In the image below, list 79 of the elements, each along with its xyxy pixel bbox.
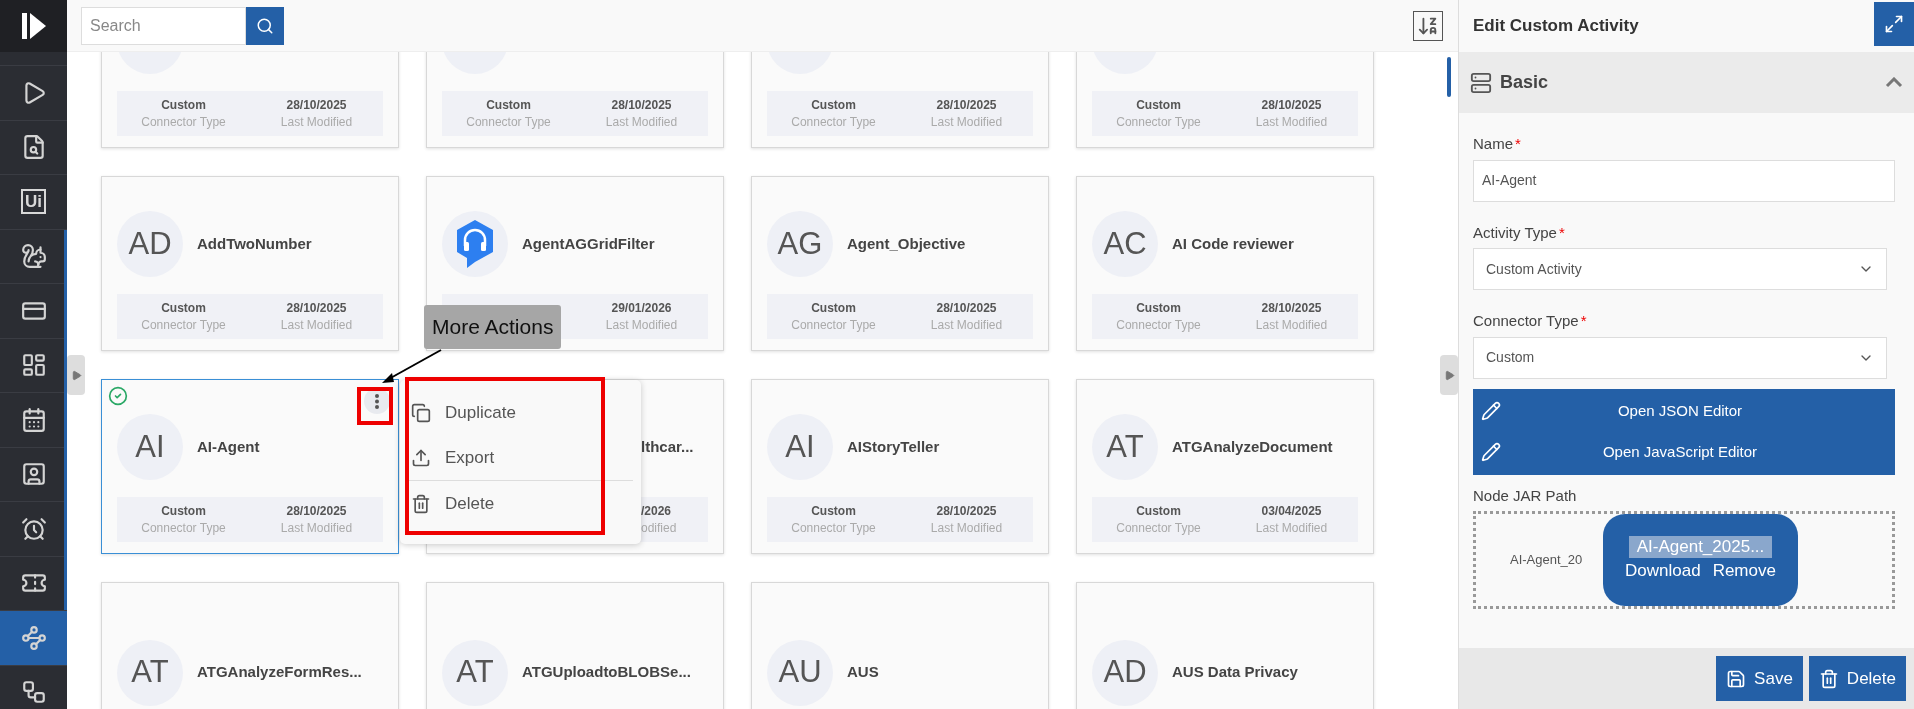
activity-name: AgentAGGridFilter [522,233,655,254]
modified-date: 28/10/2025 [611,96,672,114]
activity-name: Agent_Objective [847,233,966,254]
activity-name: ATGAnalyzeDocument [1172,436,1333,457]
connector-type-value: Custom [1136,96,1181,114]
connector-type-label: Connector Type [1116,113,1201,131]
connector-type-label: Connector Type [791,316,876,334]
modified-label: Last Modified [930,113,1003,131]
avatar-initials: AT [1106,427,1144,466]
modified-label: Last Modified [1255,113,1328,131]
activity-name: AddTwoNumber [197,233,312,254]
modified-date: 28/10/2025 [1261,96,1322,114]
connector-type-label: Connector Type [141,113,226,131]
modified-date: 28/10/2025 [1261,299,1322,317]
modified-date: 28/10/2025 [936,502,997,520]
required-mark: * [1580,311,1587,331]
connector-type-label: Connector Type [791,113,876,131]
modified-label: Last Modified [280,519,353,537]
avatar-initials: AT [131,653,169,692]
connector-type-label: Connector Type [1116,519,1201,537]
section-title: Basic [1500,71,1549,94]
avatar-initials: AD [128,224,172,263]
modified-date: /2026 [641,502,672,520]
connector-type-value: Custom [811,502,856,520]
activity-name: AI-Agent [197,436,260,457]
modified-label: Last Modified [930,316,1003,334]
connector-type-value: Custom [161,96,206,114]
avatar-initials: AU [778,653,822,692]
activity-name: AUS [847,662,879,683]
required-mark: * [1515,134,1521,154]
connector-type-label: Connector Type [466,113,551,131]
modified-label: Last Modified [280,113,353,131]
modified-label: Last Modified [605,113,678,131]
connector-type-label: Connector Type [141,316,226,334]
activity-name: AUS Data Privacy [1172,662,1298,683]
connector-type-value: Custom [1136,299,1181,317]
connector-type-label: Connector Type [141,519,226,537]
modified-date: 03/04/2025 [1261,502,1322,520]
modified-date: 28/10/2025 [936,96,997,114]
connector-type-value: Custom [486,96,531,114]
field-label: Activity Type [1473,222,1557,243]
activity-name: AIStoryTeller [847,436,940,457]
connector-type-value: Custom [161,502,206,520]
avatar-initials: AI [135,427,165,466]
connector-type-label: Connector Type [1116,316,1201,334]
modified-date: 28/10/2025 [286,299,347,317]
ui-logo: Ui [21,189,46,215]
modified-label: Last Modified [280,316,353,334]
avatar-initials: AC [1103,224,1147,263]
modified-label: Last Modified [605,316,678,334]
modified-label: Last Modified [1255,316,1328,334]
field-label: Name [1473,134,1513,154]
tooltip: More Actions [424,305,562,349]
avatar-initials: AD [1103,653,1147,692]
modified-date: 28/10/2025 [286,96,347,114]
panel-title: Edit Custom Activity [1473,15,1639,38]
modified-date: 28/10/2025 [936,299,997,317]
modified-label: odified [641,519,677,537]
modified-date: 28/10/2025 [286,502,347,520]
activity-name: lthcar... [641,436,694,457]
modified-label: Last Modified [930,519,1003,537]
avatar-initials: AG [777,224,823,263]
avatar-initials: AT [456,653,494,692]
modified-label: Last Modified [1255,519,1328,537]
activity-name: ATGUploadtoBLOBSe... [522,662,691,683]
file-name: AI-Agent_20 [1510,551,1583,570]
popup-file-name: AI-Agent_2025... [1628,536,1773,559]
required-mark: * [1558,222,1565,243]
connector-type-value: Custom [811,96,856,114]
activity-name: AI Code reviewer [1172,233,1294,254]
field-label: Connector Type [1473,311,1579,331]
avatar-initials: AI [785,427,815,466]
connector-type-value: Custom [1136,502,1181,520]
connector-type-label: Connector Type [791,519,876,537]
connector-type-value: Custom [811,299,856,317]
modified-date: 29/01/2026 [611,299,672,317]
connector-type-value: Custom [161,299,206,317]
activity-name: ATGAnalyzeFormRes... [197,662,362,683]
field-label: Node JAR Path [1473,485,1578,506]
